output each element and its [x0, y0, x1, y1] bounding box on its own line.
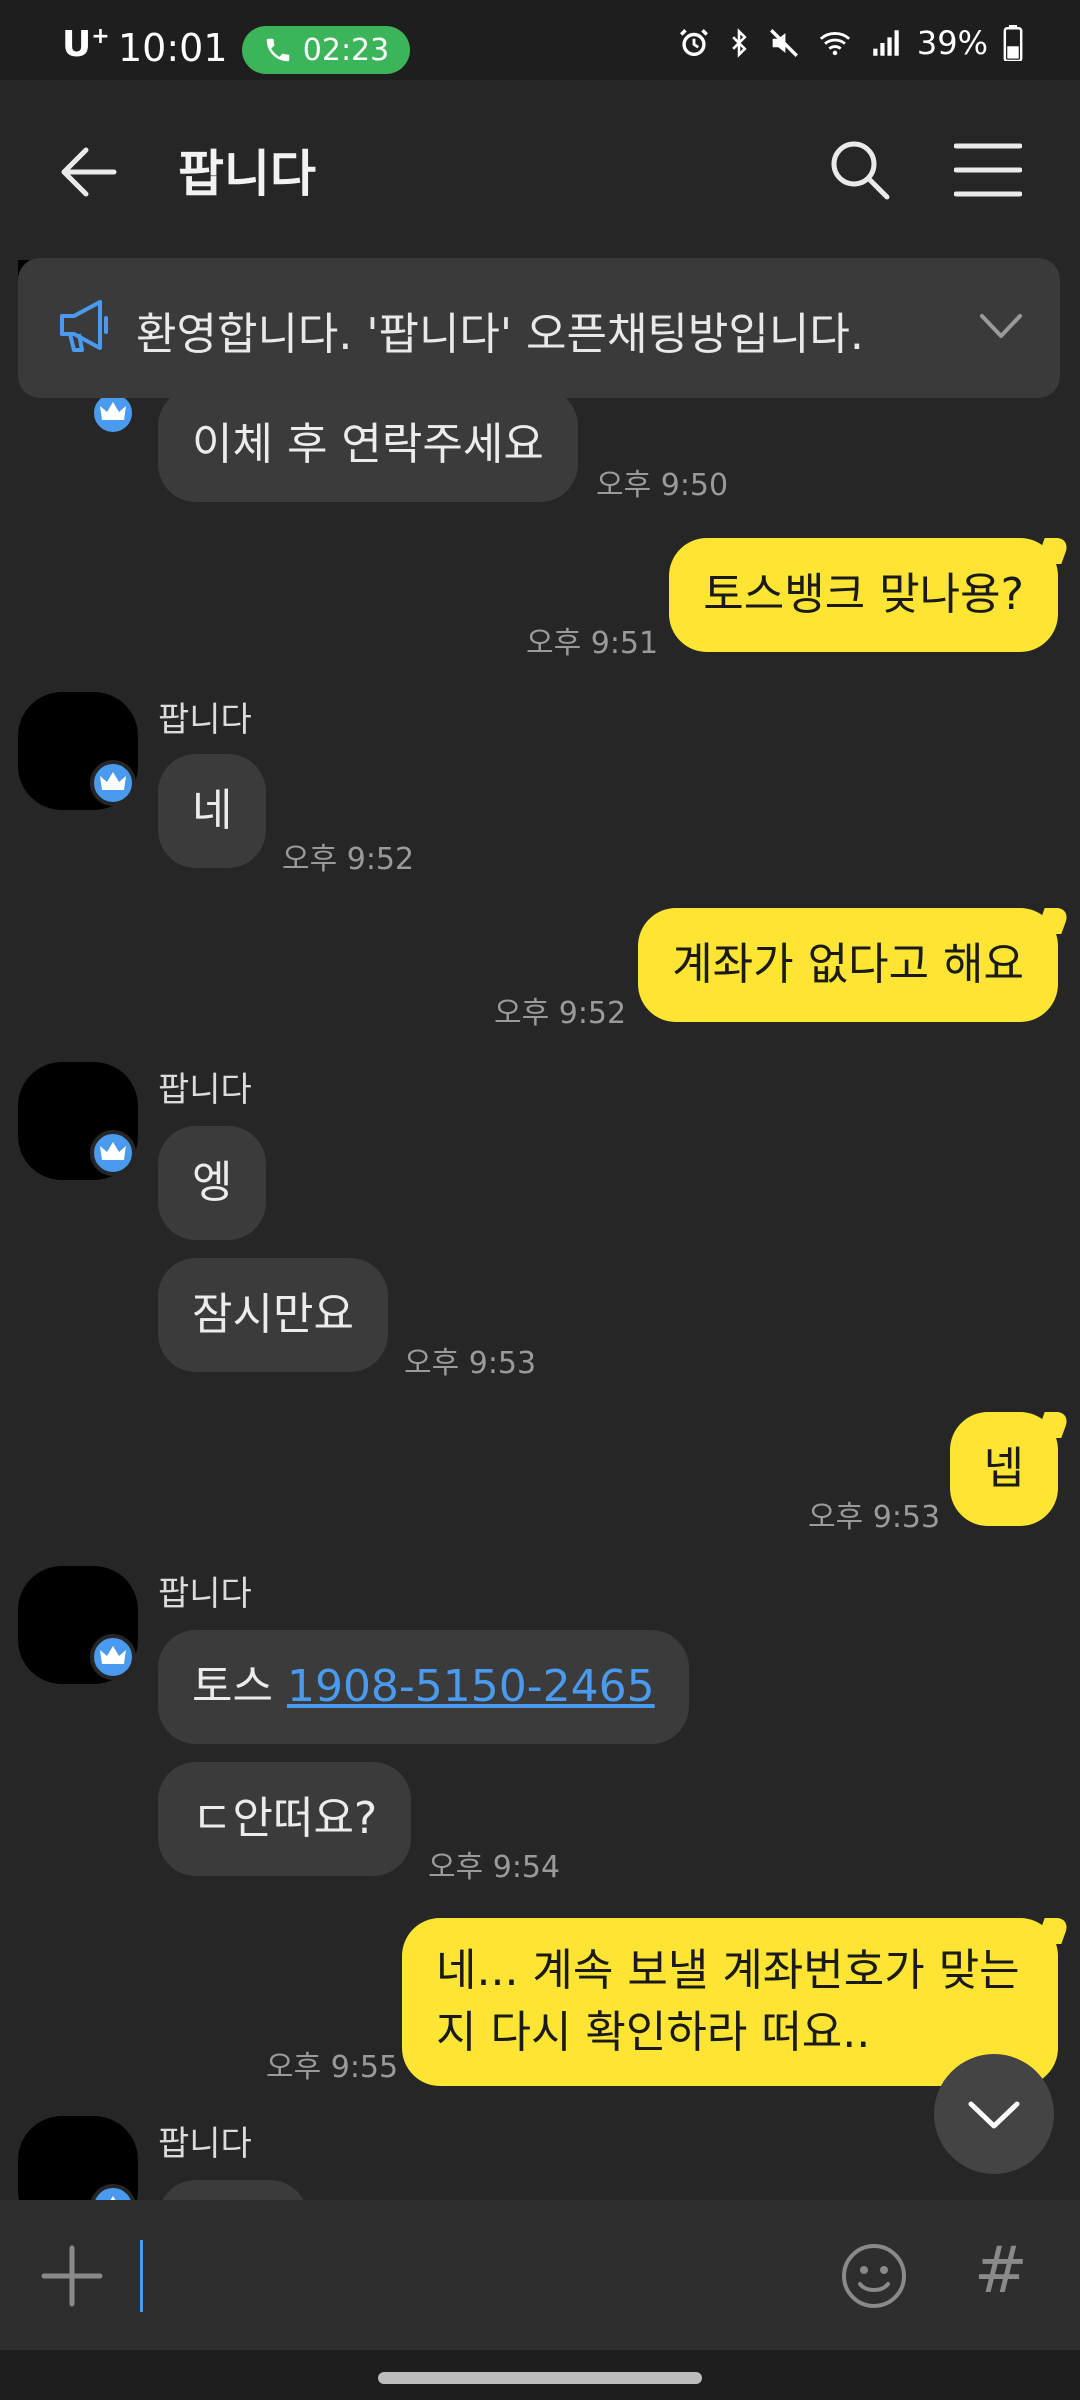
hash-icon[interactable]: # — [974, 2234, 1028, 2308]
message-time: 오후 9:52 — [494, 996, 627, 1031]
text-cursor — [140, 2240, 143, 2312]
message-text: ㄷ안떠요? — [192, 1793, 378, 1844]
megaphone-icon — [60, 300, 108, 352]
alarm-icon — [679, 29, 708, 57]
outgoing-message[interactable]: 네... 계속 보낼 계좌번호가 맞는 지 다시 확인하라 떠요.. — [402, 1918, 1058, 2086]
message-text: 계좌가 없다고 해요 — [672, 939, 1024, 990]
battery-percent: 39% — [916, 24, 988, 62]
message-text-line-2: 지 다시 확인하라 떠요.. — [436, 2007, 871, 2058]
incoming-message[interactable]: 네 — [158, 754, 267, 868]
status-bar: U+ 10:01 02:23 39% — [0, 0, 1080, 80]
menu-icon[interactable] — [954, 142, 1022, 198]
incoming-message[interactable]: 엥 — [158, 1126, 267, 1240]
incoming-message[interactable]: 이체 후 연락주세요 — [158, 388, 578, 502]
back-arrow-icon[interactable] — [56, 140, 120, 204]
phone-icon — [266, 38, 290, 62]
search-icon[interactable] — [828, 138, 892, 202]
outgoing-message[interactable]: 계좌가 없다고 해요 — [638, 908, 1058, 1022]
message-text: 넵 — [983, 1443, 1024, 1494]
plus-icon[interactable] — [40, 2244, 104, 2308]
battery-icon — [1003, 25, 1023, 61]
account-number-link[interactable]: 1908-5150-2465 — [287, 1661, 655, 1712]
system-navigation-bar — [0, 2350, 1080, 2400]
outgoing-message[interactable]: 넵 — [949, 1412, 1058, 1526]
sender-name: 팝니다 — [158, 1070, 252, 1110]
wifi-icon — [819, 32, 850, 56]
home-indicator[interactable] — [378, 2372, 702, 2384]
message-text: 엥 — [192, 1157, 233, 1208]
incoming-message[interactable]: 잠시만요 — [158, 1258, 388, 1372]
message-text: 네 — [192, 785, 233, 836]
signal-icon — [873, 30, 899, 56]
message-time: 오후 9:50 — [596, 468, 729, 503]
notice-text: 환영합니다. '팝니다' 오픈채팅방입니다. — [136, 309, 864, 360]
message-time: 오후 9:55 — [266, 2050, 399, 2085]
message-text: 토스뱅크 맞나용? — [703, 569, 1024, 620]
message-input[interactable] — [150, 2236, 790, 2316]
message-input-bar: # — [0, 2200, 1080, 2350]
chat-header: 팝니다 — [0, 80, 1080, 260]
message-text: 잠시만요 — [192, 1289, 354, 1340]
message-text-line-1: 네... 계속 보낼 계좌번호가 맞는 — [436, 1945, 1020, 1996]
sender-name: 팝니다 — [158, 1574, 252, 1614]
crown-icon — [90, 1130, 136, 1176]
crown-icon — [90, 1634, 136, 1680]
outgoing-message[interactable]: 토스뱅크 맞나용? — [669, 538, 1058, 652]
sender-name: 팝니다 — [158, 2124, 252, 2164]
emoji-icon[interactable] — [840, 2242, 908, 2310]
carrier-label: U+ — [62, 24, 110, 65]
call-timer: 02:23 — [302, 32, 390, 68]
incoming-message[interactable]: 토스 1908-5150-2465 — [158, 1630, 689, 1744]
chat-room-title: 팝니다 — [178, 145, 316, 203]
mute-icon — [769, 29, 798, 57]
message-time: 오후 9:51 — [526, 626, 659, 661]
crown-icon — [90, 760, 136, 806]
message-text: 이체 후 연락주세요 — [192, 419, 544, 470]
message-time: 오후 9:53 — [808, 1500, 941, 1535]
chat-message-list[interactable]: 이체 후 연락주세요 오후 9:50 오후 9:51 토스뱅크 맞나용? 팝니다… — [0, 260, 1080, 2200]
sender-name: 팝니다 — [158, 700, 252, 740]
status-icons: 39% — [677, 24, 1024, 62]
scroll-to-bottom-button[interactable] — [934, 2054, 1054, 2174]
bluetooth-icon — [732, 28, 747, 58]
message-time: 오후 9:52 — [282, 842, 415, 877]
call-timer-pill[interactable]: 02:23 — [242, 26, 410, 74]
message-text: 토스 — [192, 1661, 287, 1712]
chevron-down-icon — [968, 2101, 1020, 2129]
status-time: 10:01 — [118, 26, 228, 70]
message-time: 오후 9:54 — [428, 1850, 561, 1885]
chevron-down-icon[interactable] — [978, 308, 1024, 344]
incoming-message[interactable] — [158, 2180, 308, 2200]
incoming-message[interactable]: ㄷ안떠요? — [158, 1762, 412, 1876]
notice-banner[interactable]: 환영합니다. '팝니다' 오픈채팅방입니다. — [18, 258, 1060, 398]
message-time: 오후 9:53 — [404, 1346, 537, 1381]
